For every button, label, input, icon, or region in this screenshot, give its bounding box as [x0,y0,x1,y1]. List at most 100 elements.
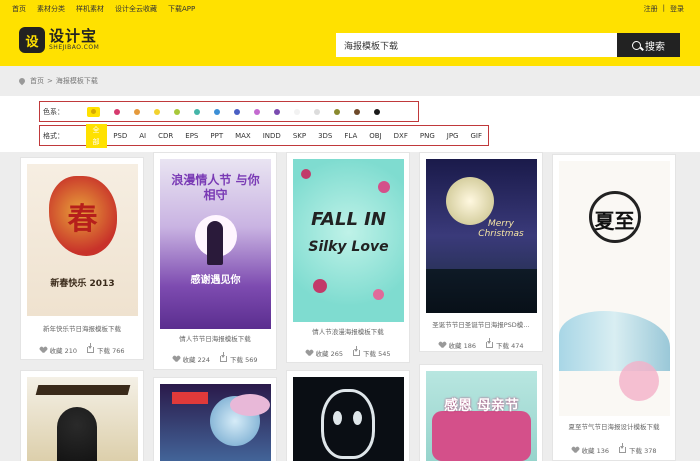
color-swatch[interactable] [354,108,360,115]
poster-headline: FALL IN [311,209,386,230]
poster-headline: 浪漫情人节 与你相守 [171,173,260,202]
card-title[interactable]: 情人节浪漫海报模板下载 [287,326,409,336]
poster-thumbnail[interactable] [293,377,404,461]
color-swatch[interactable] [214,108,220,115]
format-option[interactable]: FLA [338,130,363,142]
download-button[interactable]: 下载 378 [619,443,656,455]
color-swatch[interactable] [334,108,340,115]
card-title[interactable]: 新年快乐节日海报模板下载 [21,323,143,333]
poster-thumbnail[interactable] [27,377,138,461]
color-swatch[interactable] [274,108,280,115]
favorite-button[interactable]: 收藏 210 [40,345,77,355]
location-pin-icon [17,76,27,86]
poster-thumbnail[interactable]: 春 新春快乐 2013 [27,164,138,316]
poster-thumbnail[interactable]: 夏至 [559,161,670,416]
format-option[interactable]: DXF [388,130,414,142]
color-swatch[interactable] [254,108,260,115]
color-swatches [87,106,380,117]
poster-thumbnail[interactable]: Merry Christmas [426,159,537,313]
download-button[interactable]: 下载 545 [353,346,390,358]
card-stats: 收藏 136 下载 378 [553,443,675,455]
poster-card[interactable]: 春 新春快乐 2013 新年快乐节日海报模板下载 收藏 210 下载 766 [20,157,144,360]
poster-card[interactable]: Merry Christmas 圣诞节节日圣诞节日海报PSD模… 收藏 186 … [419,152,543,352]
poster-headline: 感恩 母亲节 [444,398,519,414]
poster-headline: 夏至 [594,209,635,233]
poster-card[interactable] [286,370,410,461]
breadcrumb-separator: > [47,77,53,85]
download-icon [87,343,94,353]
nav-collections[interactable]: 设计全云收藏 [115,4,157,14]
color-swatch-all[interactable] [87,106,100,117]
nav-categories[interactable]: 素材分类 [37,4,65,14]
favorite-button[interactable]: 收藏 224 [173,354,210,364]
color-swatch[interactable] [114,108,120,115]
download-button[interactable]: 下载 474 [486,338,523,350]
site-header: 首页 素材分类 样机素材 设计全云收藏 下载APP 注册 | 登录 设 设计宝 … [0,0,700,66]
card-title[interactable]: 夏至节气节日海报设计模板下载 [553,421,675,431]
poster-card[interactable]: 感恩 母亲节 [419,364,543,461]
login-link[interactable]: 登录 [670,4,684,14]
download-button[interactable]: 下载 569 [220,352,257,364]
nav-mockups[interactable]: 样机素材 [76,4,104,14]
card-title[interactable]: 情人节节日海报模板下载 [154,333,276,343]
heart-icon [40,347,47,353]
color-swatch[interactable] [174,108,180,115]
favorite-button[interactable]: 收藏 186 [439,340,476,350]
format-option[interactable]: PSD [107,130,133,142]
poster-card[interactable] [153,377,277,461]
format-option[interactable]: INDD [257,130,287,142]
color-filter-row: 色系： [39,101,419,122]
download-button[interactable]: 下载 766 [87,343,124,355]
download-icon [619,443,626,453]
user-links: 注册 | 登录 [644,4,684,14]
format-option[interactable]: GIF [464,130,488,142]
poster-subline: 新春快乐 2013 [50,279,115,289]
format-option[interactable]: PNG [414,130,441,142]
nav-download-app[interactable]: 下载APP [168,4,195,14]
poster-card[interactable] [20,370,144,461]
color-swatch[interactable] [234,108,240,115]
format-option[interactable]: MAX [229,130,257,142]
register-link[interactable]: 注册 [644,4,658,14]
card-stats: 收藏 186 下载 474 [420,338,542,350]
color-swatch[interactable] [374,108,380,115]
heart-icon [439,342,446,348]
logo-mark-icon: 设 [19,27,45,53]
nav-home[interactable]: 首页 [12,4,26,14]
favorite-button[interactable]: 收藏 136 [572,445,609,455]
color-swatch[interactable] [294,108,300,115]
poster-card[interactable]: 夏至 夏至节气节日海报设计模板下载 收藏 136 下载 378 [552,154,676,461]
color-swatch[interactable] [314,108,320,115]
color-swatch[interactable] [134,108,140,115]
poster-headline: 春 [67,202,98,237]
poster-thumbnail[interactable]: 浪漫情人节 与你相守 感谢遇见你 [160,159,271,329]
poster-card[interactable]: 浪漫情人节 与你相守 感谢遇见你 情人节节日海报模板下载 收藏 224 下载 5… [153,152,277,370]
search-input[interactable] [336,33,617,57]
search-bar: 搜索 [336,33,680,57]
heart-icon [173,356,180,362]
format-option[interactable]: 3DS [312,130,338,142]
format-option[interactable]: 全部 [86,123,108,148]
format-option[interactable]: AI [133,130,152,142]
download-icon [220,352,227,362]
favorite-button[interactable]: 收藏 265 [306,348,343,358]
poster-card[interactable]: FALL IN Silky Love 情人节浪漫海报模板下载 收藏 265 下载… [286,152,410,363]
poster-banner-art [35,385,131,395]
color-swatch[interactable] [194,108,200,115]
search-button[interactable]: 搜索 [617,33,680,57]
download-icon [486,338,493,348]
format-option[interactable]: PPT [204,130,229,142]
format-option[interactable]: OBJ [363,130,387,142]
format-option[interactable]: EPS [179,130,204,142]
color-swatch[interactable] [154,108,160,115]
format-option[interactable]: JPG [441,130,465,142]
poster-thumbnail[interactable]: FALL IN Silky Love [293,159,404,322]
search-icon [632,40,641,50]
poster-thumbnail[interactable] [160,384,271,461]
breadcrumb-home[interactable]: 首页 [30,76,44,86]
format-option[interactable]: CDR [152,130,179,142]
site-logo[interactable]: 设 设计宝 SHEJIBAO.COM [19,27,99,53]
poster-thumbnail[interactable]: 感恩 母亲节 [426,371,537,461]
card-title[interactable]: 圣诞节节日圣诞节日海报PSD模… [420,319,542,329]
format-option[interactable]: SKP [287,130,312,142]
